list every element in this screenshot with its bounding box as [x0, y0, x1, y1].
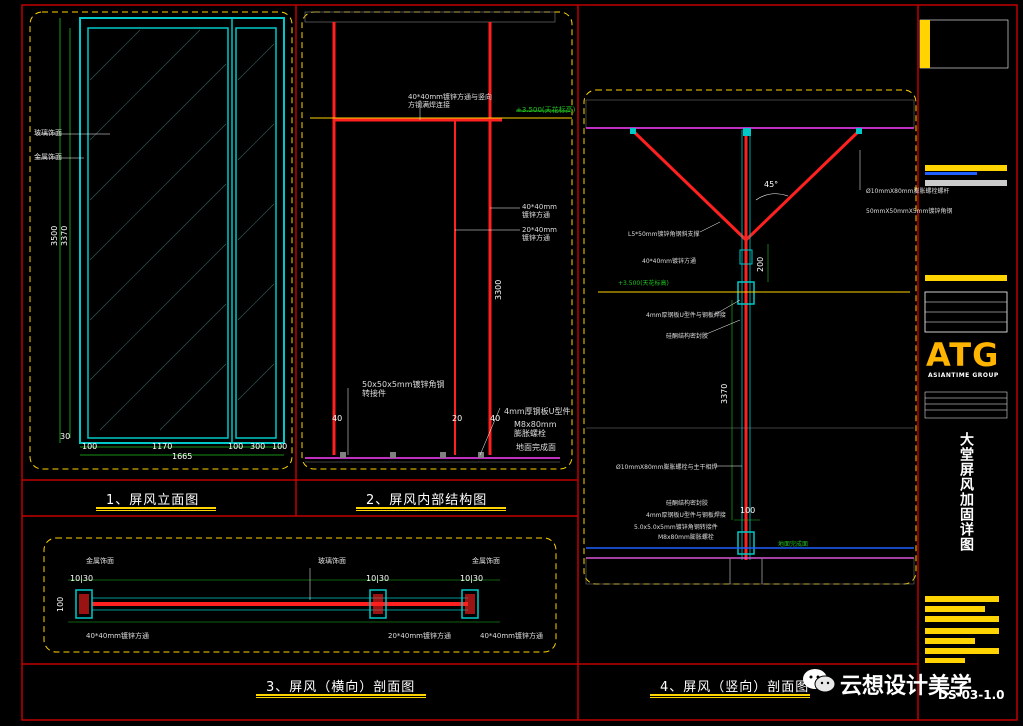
- atg-logo: ATG: [926, 336, 1000, 374]
- v1-dim-w-e: 30: [60, 432, 71, 441]
- v3-tube-left-label: 40*40mm镀锌方通: [86, 632, 149, 640]
- v1-dim-w-a: 100: [82, 442, 98, 451]
- v2-top-tube-label: 40*40mm镀锌方通与竖向方钢满焊连接: [408, 93, 492, 109]
- v1-title-underline: [96, 507, 216, 509]
- v2-title-underline: [356, 507, 506, 509]
- v3-tube-mid-label: 20*40mm镀锌方通: [388, 632, 451, 640]
- v2-angle-label: 50x50x5mm镀锌角钢 转接件: [362, 380, 445, 398]
- v1-dim-w-c: 300: [250, 442, 266, 451]
- v4-angle-45: 45°: [764, 180, 779, 189]
- drawing-sheet: [21, 4, 1018, 721]
- v4-anchor-label: 50mmX50mmX5mm镀锌角钢: [866, 208, 953, 215]
- v2-title: 2、屏风内部结构图: [366, 493, 488, 508]
- v1-dim-w-d: 100: [272, 442, 288, 451]
- v2-bolt2-label: M8x80mm 膨胀螺栓: [514, 420, 557, 438]
- v4-level-label: +3.500(天花标高): [618, 280, 669, 287]
- v3-dim-c: 10|30: [366, 574, 390, 583]
- v4-plate-label: 4mm厚钢板U型件与钢板焊接: [646, 312, 726, 319]
- v2-tube40-label: 40*40mm 镀锌方通: [522, 203, 557, 219]
- v1-dim-w-b: 100: [228, 442, 244, 451]
- v3-tube-right-label: 40*40mm镀锌方通: [480, 632, 543, 640]
- v1-dim-w-total: 1665: [172, 452, 193, 461]
- v3-title-underline: [256, 694, 426, 696]
- v1-dim-w-main: 1170: [152, 442, 173, 451]
- v1-title-underline2: [96, 510, 216, 511]
- v3-title: 3、屏风（横向）剖面图: [266, 680, 416, 695]
- v4-m8-label: M8x80mm膨胀螺栓: [658, 534, 714, 541]
- v2-tube20-label: 20*40mm 镀锌方通: [522, 226, 557, 242]
- v4-plate2-label: 4mm厚钢板U型件与钢板焊接: [646, 512, 726, 519]
- v4-bolt-bottom-label: Ø10mmX80mm膨胀螺栓与主干相焊: [616, 464, 718, 471]
- v4-angle2-label: 5.0x5.0x5mm镀锌角钢转接件: [634, 524, 718, 531]
- v4-title-underline2: [650, 697, 810, 698]
- v2-bolt1-label: 4mm厚钢板U型件: [504, 407, 571, 416]
- v4-glue2-label: 硅酮结构密封胶: [666, 500, 709, 507]
- v4-glue-label: 硅酮结构密封胶: [666, 333, 709, 340]
- v2-dim-a: 40: [332, 414, 343, 423]
- v1-dim-h-total: 3500: [50, 225, 59, 246]
- v1-metal-label: 金属饰面: [34, 153, 62, 161]
- v3-dim-a: 10|30: [70, 574, 94, 583]
- v2-floor-label: 地面完成面: [516, 443, 556, 452]
- v4-dim-200: 200: [756, 256, 765, 272]
- v2-dim-b: 20: [452, 414, 463, 423]
- view1-elevation: [29, 11, 293, 470]
- v2-dim-c: 40: [490, 414, 501, 423]
- v2-level-label: +3.500(天花标高): [516, 106, 576, 114]
- v4-dim-100: 100: [740, 506, 756, 515]
- v3-glass-label: 玻璃饰面: [318, 557, 346, 565]
- v2-dim-h: 3300: [494, 279, 503, 300]
- v4-rod-label: Ø10mmX80mm膨胀螺栓螺杆: [866, 188, 950, 195]
- v3-dim-b: 100: [56, 596, 65, 612]
- v3-metal-left-label: 金属饰面: [86, 557, 114, 565]
- drawing-name: 大堂屏风加固详图: [958, 432, 974, 552]
- v3-dim-d: 10|30: [460, 574, 484, 583]
- v3-metal-right-label: 金属饰面: [472, 557, 500, 565]
- v4-dim-3370: 3370: [720, 383, 729, 404]
- v4-title: 4、屏风（竖向）剖面图: [660, 680, 810, 695]
- v4-floor-label: 地面完成面: [778, 541, 809, 548]
- v1-dim-h-inner: 3370: [60, 225, 69, 246]
- v2-title-underline2: [356, 510, 506, 511]
- atg-logo-sub: ASIANTIME GROUP: [928, 372, 999, 379]
- v3-title-underline2: [256, 697, 426, 698]
- v4-title-underline: [650, 694, 810, 696]
- v1-title: 1、屏风立面图: [106, 493, 200, 508]
- wechat-icon: [803, 669, 836, 693]
- v4-tube-label: 40*40mm镀锌方通: [642, 258, 696, 265]
- watermark-text: 云想设计美学: [840, 674, 973, 699]
- v4-l5-label: L5*50mm镀锌角钢斜支撑: [628, 231, 700, 238]
- v1-glass-label: 玻璃饰面: [34, 129, 62, 137]
